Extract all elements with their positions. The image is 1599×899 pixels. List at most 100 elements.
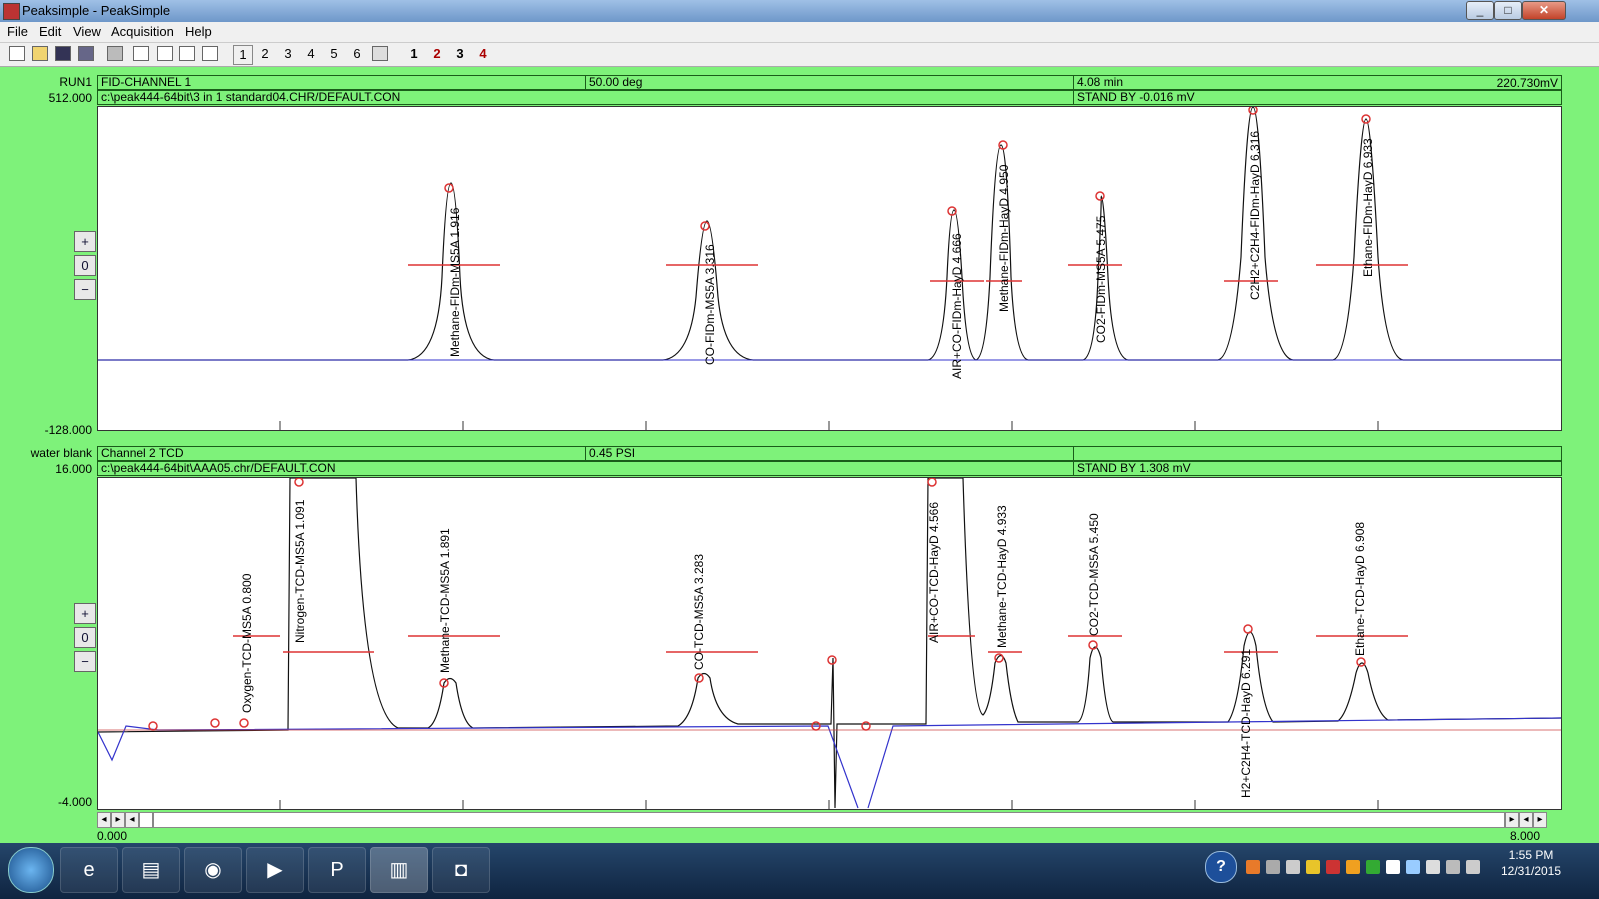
multi-1-button[interactable]: 1 — [404, 45, 424, 63]
help-icon[interactable]: ? — [1205, 851, 1237, 883]
media-player-icon[interactable]: ▶ — [246, 847, 304, 893]
tray-icon[interactable] — [1326, 860, 1340, 874]
clock-time[interactable]: 1:55 PM — [1486, 848, 1576, 862]
channel-3-button[interactable]: 3 — [279, 45, 297, 63]
peak-label: AIR+CO-TCD-HayD 4.566 — [927, 501, 941, 643]
shield-icon[interactable] — [1306, 860, 1320, 874]
multi-4-button[interactable]: 4 — [473, 45, 493, 63]
menu-bar: File Edit View Acquisition Help — [0, 22, 1599, 43]
snowflake-icon[interactable] — [372, 46, 388, 61]
peak-label: H2+C2H4-TCD-HayD 6.291 — [1239, 648, 1253, 798]
chromatogram-2[interactable]: Oxygen-TCD-MS5A 0.800 Nitrogen-TCD-MS5A … — [97, 477, 1562, 810]
network-icon[interactable] — [1406, 860, 1420, 874]
trace-1 — [98, 107, 1561, 361]
zoom-reset-button-1[interactable]: 0 — [74, 255, 96, 276]
file-explorer-icon[interactable]: ▤ — [122, 847, 180, 893]
publisher-icon[interactable]: P — [308, 847, 366, 893]
peak-label: Ethane-TCD-HayD 6.908 — [1353, 521, 1367, 656]
peak-label: CO2-TCD-MS5A 5.450 — [1087, 513, 1101, 636]
menu-edit[interactable]: Edit — [39, 24, 61, 39]
scroll-right-end-button[interactable]: ▸ — [1533, 812, 1547, 828]
menu-file[interactable]: File — [7, 24, 28, 39]
power-icon[interactable] — [1466, 860, 1480, 874]
ymax-label-2: 16.000 — [55, 462, 92, 476]
zoom-in-button-2[interactable]: + — [74, 603, 96, 624]
peak-label: Methane-FIDm-MS5A 1.916 — [448, 207, 462, 357]
zoom-in-button-1[interactable]: + — [74, 231, 96, 252]
scroll-thumb[interactable] — [139, 812, 153, 828]
camera-icon[interactable]: ◘ — [432, 847, 490, 893]
channel-5-button[interactable]: 5 — [325, 45, 343, 63]
open-folder-icon[interactable] — [32, 46, 48, 61]
axis-icon[interactable] — [202, 46, 218, 61]
chromatogram-1[interactable]: Methane-FIDm-MS5A 1.916 CO-FIDm-MS5A 3.3… — [97, 106, 1562, 431]
peak-label: AIR+CO-FIDm-HayD 4.666 — [950, 233, 964, 379]
tray-icon[interactable] — [1366, 860, 1380, 874]
peak-label: CO2-FIDm-MS5A 5.475 — [1094, 215, 1108, 343]
ymin-label-2: -4.000 — [57, 795, 92, 809]
peak-label: Methane-TCD-MS5A 1.891 — [438, 528, 452, 673]
channel-name-1: FID-CHANNEL 1 — [97, 75, 586, 90]
maximize-button[interactable]: □ — [1494, 1, 1522, 20]
menu-help[interactable]: Help — [185, 24, 212, 39]
new-file-icon[interactable] — [9, 46, 25, 61]
multi-2-button[interactable]: 2 — [427, 45, 447, 63]
tray-icon[interactable] — [1266, 860, 1280, 874]
x-axis-max: 8.000 — [1510, 829, 1541, 843]
save-all-icon[interactable] — [78, 46, 94, 61]
x-axis-min: 0.000 — [97, 829, 128, 843]
pressure-readout: 0.45 PSI — [585, 446, 1074, 461]
channel-4-button[interactable]: 4 — [302, 45, 320, 63]
channel-1-button[interactable]: 1 — [233, 45, 253, 65]
app-icon[interactable] — [3, 3, 20, 20]
start-button[interactable] — [8, 847, 54, 893]
peak-label: Oxygen-TCD-MS5A 0.800 — [240, 573, 254, 713]
peak-label: C2H2+C2H4-FIDm-HayD 6.316 — [1248, 130, 1262, 300]
action-center-icon[interactable] — [1386, 860, 1400, 874]
scroll-left-step-button[interactable]: ◂ — [125, 812, 139, 828]
print-icon[interactable] — [107, 46, 123, 61]
tray-icon[interactable] — [1246, 860, 1260, 874]
volume-icon[interactable] — [1426, 860, 1440, 874]
display-icon[interactable] — [1446, 860, 1460, 874]
results-icon[interactable] — [157, 46, 173, 61]
channel-name-2: Channel 2 TCD — [97, 446, 586, 461]
close-button[interactable]: ✕ — [1522, 1, 1566, 20]
scroll-right-step-button[interactable]: ▸ — [111, 812, 125, 828]
run-label-1: RUN1 — [59, 75, 92, 89]
time-scrollbar[interactable] — [153, 812, 1505, 828]
standby-readout-1: STAND BY -0.016 mV — [1073, 90, 1562, 105]
peak-markers-2 — [148, 478, 1408, 731]
file-path-2: c:\peak444-64bit\AAA05.chr/DEFAULT.CON — [97, 461, 1074, 476]
channel-6-button[interactable]: 6 — [348, 45, 366, 63]
peak-label: Methane-FIDm-HayD 4.950 — [997, 164, 1011, 312]
save-icon[interactable] — [55, 46, 71, 61]
channel-2-button[interactable]: 2 — [256, 45, 274, 63]
peak-label: CO-FIDm-MS5A 3.316 — [703, 244, 717, 365]
peaksimple-taskbar-icon[interactable]: ▥ — [370, 847, 428, 893]
menu-view[interactable]: View — [73, 24, 101, 39]
taskbar: e ▤ ◉ ▶ P ▥ ◘ ? 1:55 PM 12/31/2015 — [0, 843, 1599, 899]
multi-3-button[interactable]: 3 — [450, 45, 470, 63]
scroll-left-button[interactable]: ◂ — [1519, 812, 1533, 828]
minimize-button[interactable]: _ — [1466, 1, 1494, 20]
temperature-readout: 50.00 deg — [585, 75, 1074, 90]
zoom-out-button-1[interactable]: − — [74, 279, 96, 300]
tray-icon[interactable] — [1346, 860, 1360, 874]
clock-date[interactable]: 12/31/2015 — [1486, 864, 1576, 878]
ymin-label-1: -128.000 — [44, 423, 92, 437]
window-title: Peaksimple - PeakSimple — [22, 3, 171, 18]
internet-explorer-icon[interactable]: e — [60, 847, 118, 893]
tray-icon[interactable] — [1286, 860, 1300, 874]
baseline-2 — [98, 717, 1561, 809]
component-table-icon[interactable] — [179, 46, 195, 61]
zoom-out-button-2[interactable]: − — [74, 651, 96, 672]
menu-acquisition[interactable]: Acquisition — [111, 24, 174, 39]
integration-icon[interactable] — [133, 46, 149, 61]
zoom-reset-button-2[interactable]: 0 — [74, 627, 96, 648]
scroll-left-end-button[interactable]: ◂ — [97, 812, 111, 828]
chrome-icon[interactable]: ◉ — [184, 847, 242, 893]
run-label-2: water blank — [30, 446, 92, 460]
peak-label: Ethane-FIDm-HayD 6.933 — [1361, 138, 1375, 277]
scroll-right-button[interactable]: ▸ — [1505, 812, 1519, 828]
